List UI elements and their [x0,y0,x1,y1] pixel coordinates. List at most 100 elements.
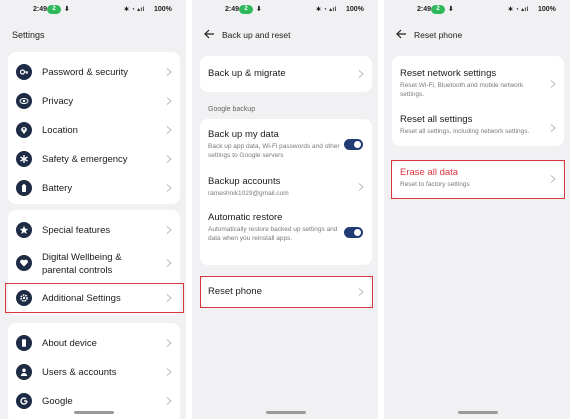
settings-item-label: Privacy [42,96,74,107]
page-title: Reset phone [414,30,463,40]
heart-hand-icon [16,255,32,271]
chevron-right-icon [550,124,556,132]
system-icons: ✱ ◔ ▴ıl [316,7,337,13]
google-g-icon [16,393,32,409]
settings-item-label: Password & security [42,67,129,78]
highlight-box [5,283,184,313]
status-time: 2:49 [225,6,240,13]
backup-reset-screen: 2:49 2 ⬇ ✱ ◔ ▴ıl 100% Back up and reset … [192,0,378,419]
system-icons: ✱ ◔ ▴ıl [508,7,529,13]
chevron-right-icon [166,97,172,105]
settings-item-location[interactable]: Location [8,116,180,144]
settings-item-label: About device [42,338,97,349]
chevron-right-icon [166,368,172,376]
settings-item-label: Safety & emergency [42,154,128,165]
chevron-right-icon [166,68,172,76]
chevron-right-icon [550,80,556,88]
chevron-right-icon [166,259,172,267]
chevron-right-icon [166,184,172,192]
header: Reset phone [384,27,570,43]
status-bar: 2:49 2 ⬇ ✱ ◔ ▴ıl 100% [0,5,186,17]
person-icon [16,364,32,380]
status-bar: 2:49 2 ⬇ ✱ ◔ ▴ıl 100% [384,5,570,17]
status-time: 2:49 [417,6,432,13]
reset-all-settings-row[interactable]: Reset all settings Reset all settings, i… [392,106,564,144]
settings-item-label: Special features [42,225,111,236]
call-pill: 2 [239,5,253,14]
header: Settings [0,27,186,43]
settings-item-privacy[interactable]: Privacy [8,87,180,115]
settings-item-battery[interactable]: Battery [8,174,180,202]
chevron-right-icon [358,70,364,78]
chevron-right-icon [166,226,172,234]
backup-my-data-toggle[interactable] [344,139,363,150]
backup-accounts-title: Backup accounts [208,176,281,187]
google-backup-card: Back up my data Back up app data, Wi-Fi … [200,119,372,265]
system-icons: ✱ ◔ ▴ıl [124,7,145,13]
settings-item-label: Users & accounts [42,367,117,378]
chevron-right-icon [358,183,364,191]
call-pill: 2 [47,5,61,14]
settings-item-special-features[interactable]: Special features [8,216,180,244]
status-time: 2:49 [33,6,48,13]
asterisk-icon [16,151,32,167]
battery-percent: 100% [154,6,172,13]
backup-migrate-label: Back up & migrate [208,68,286,79]
reset-network-title: Reset network settings [400,68,497,79]
back-arrow-icon[interactable] [203,28,215,40]
chevron-right-icon [166,397,172,405]
chevron-right-icon [166,155,172,163]
home-indicator[interactable] [458,411,498,414]
page-title: Settings [12,30,45,40]
settings-item-safety[interactable]: Safety & emergency [8,145,180,173]
page-title: Back up and reset [222,30,291,40]
settings-item-label: Digital Wellbeing & [42,252,122,263]
settings-group-3: About device Users & accounts Google [8,323,180,419]
reset-all-subtitle: Reset all settings, including network se… [400,128,530,135]
settings-group-1: Password & security Privacy Location Saf… [8,52,180,204]
settings-item-users-accounts[interactable]: Users & accounts [8,358,180,386]
header: Back up and reset [192,27,378,43]
settings-item-label: Battery [42,183,73,194]
backup-my-data-subtitle: Back up app data, Wi-Fi passwords and ot… [208,143,340,159]
highlight-box [200,276,373,308]
automatic-restore-toggle[interactable] [344,227,363,238]
battery-percent: 100% [346,6,364,13]
download-icon: ⬇ [64,6,70,13]
battery-percent: 100% [538,6,556,13]
location-pin-icon [16,122,32,138]
settings-screen: 2:49 2 ⬇ ✱ ◔ ▴ıl 100% Settings Password … [0,0,186,419]
settings-item-digital-wellbeing[interactable]: Digital Wellbeing & parental controls [8,246,180,280]
battery-icon [16,180,32,196]
backup-migrate-card[interactable]: Back up & migrate [200,56,372,92]
backup-my-data-row[interactable]: Back up my data Back up app data, Wi-Fi … [200,119,372,165]
star-icon [16,222,32,238]
settings-item-label-line2: parental controls [42,265,113,276]
reset-options-card: Reset network settings Reset Wi-Fi, Blue… [392,56,564,146]
download-icon: ⬇ [448,6,454,13]
settings-item-about-device[interactable]: About device [8,329,180,357]
chevron-right-icon [166,339,172,347]
home-indicator[interactable] [74,411,114,414]
automatic-restore-title: Automatic restore [208,212,283,223]
back-arrow-icon[interactable] [395,28,407,40]
settings-item-label: Location [42,125,78,136]
download-icon: ⬇ [256,6,262,13]
reset-network-subtitle: Reset Wi-Fi, Bluetooth and mobile networ… [400,82,524,98]
home-indicator[interactable] [266,411,306,414]
phone-icon [16,335,32,351]
reset-all-title: Reset all settings [400,114,473,125]
key-icon [16,64,32,80]
status-bar: 2:49 2 ⬇ ✱ ◔ ▴ıl 100% [192,5,378,17]
automatic-restore-row[interactable]: Automatic restore Automatically restore … [200,207,372,263]
automatic-restore-subtitle: Automatically restore backed up settings… [208,226,338,242]
highlight-box [391,160,565,199]
call-pill: 2 [431,5,445,14]
reset-network-row[interactable]: Reset network settings Reset Wi-Fi, Blue… [392,56,564,102]
backup-accounts-row[interactable]: Backup accounts rameshnik1029@gmail.com [200,169,372,205]
chevron-right-icon [166,126,172,134]
eye-icon [16,93,32,109]
backup-accounts-subtitle: rameshnik1029@gmail.com [208,190,289,197]
settings-item-password[interactable]: Password & security [8,58,180,86]
reset-phone-screen: 2:49 2 ⬇ ✱ ◔ ▴ıl 100% Reset phone Reset … [384,0,570,419]
